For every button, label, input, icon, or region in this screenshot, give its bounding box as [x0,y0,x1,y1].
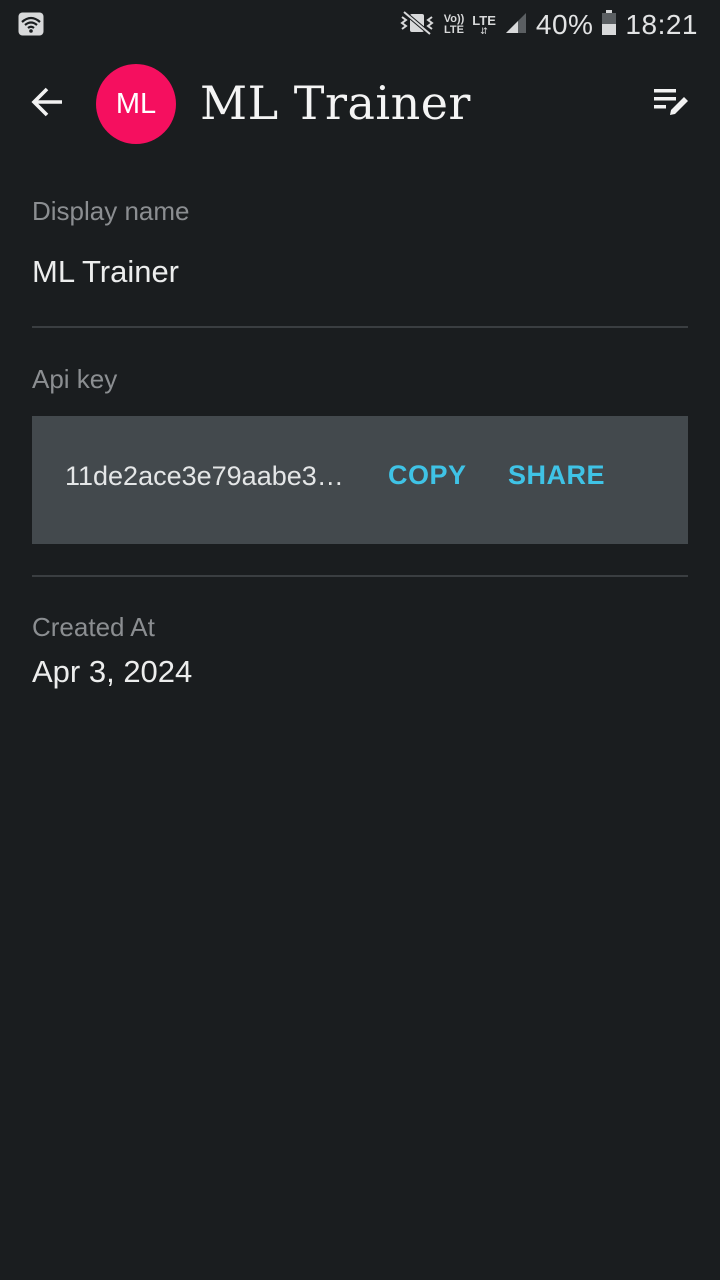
edit-list-icon [652,85,692,124]
clock: 18:21 [625,9,698,40]
avatar: ML [96,64,176,144]
page-title: ML Trainer [200,76,471,130]
display-name-value: ML Trainer [32,254,180,289]
lte-label: LTE [472,12,496,28]
copy-button[interactable]: COPY [388,460,467,491]
back-button[interactable] [22,78,74,130]
status-indicators: Vo)) LTE LTE ⇵ 40% 18:21 [398,6,698,44]
share-button[interactable]: SHARE [508,460,605,491]
volte-indicator: Vo)) LTE [444,14,465,36]
battery-icon [601,9,617,41]
arrow-back-icon [30,84,66,125]
created-at-label: Created At [32,612,155,642]
api-key-value: 11de2ace3e79aabe3… [65,461,344,491]
volte-bottom-label: LTE [444,24,464,36]
top-app-bar: ML ML Trainer [0,50,720,160]
display-name-label: Display name [32,196,190,226]
wifi-icon [18,12,44,36]
api-key-label: Api key [32,364,118,394]
screen: Vo)) LTE LTE ⇵ 40% 18:21 ML ML Trainer D… [0,0,720,1280]
battery-percent: 40% [535,9,594,40]
created-at-value: Apr 3, 2024 [32,654,193,689]
signal-icon [504,11,528,40]
lte-indicator: LTE ⇵ [472,12,496,36]
divider [32,575,688,577]
edit-button[interactable] [648,80,696,128]
api-key-box: 11de2ace3e79aabe3… COPY SHARE [32,416,688,544]
vibrate-mute-icon [398,9,436,42]
status-bar: Vo)) LTE LTE ⇵ 40% 18:21 [0,0,720,50]
avatar-initials: ML [115,87,157,120]
divider [32,326,688,328]
data-arrows-icon: ⇵ [480,25,488,36]
